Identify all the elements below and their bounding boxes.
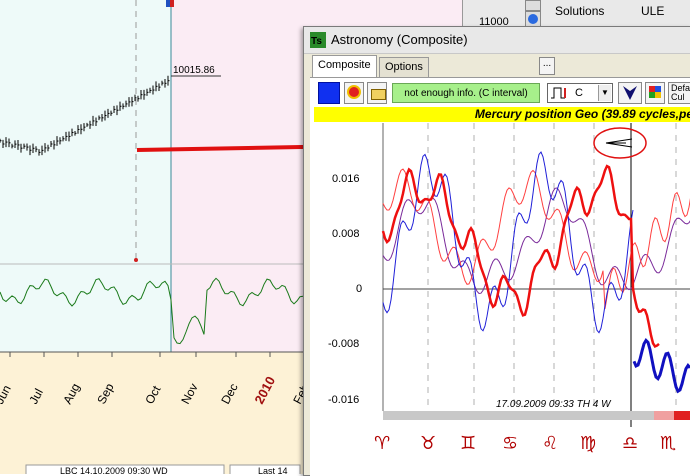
zodiac-sign: ♌: [542, 433, 558, 454]
globe-icon[interactable]: [525, 0, 541, 11]
bottom-stamp: 17.09.2009 09:33 TH 4 W: [496, 399, 612, 410]
price-label: 10015.86: [173, 65, 215, 76]
timeline-bar: [383, 411, 690, 420]
zodiac-sign: ♈: [374, 433, 390, 454]
zodiac-sign: ♉: [420, 433, 436, 454]
composite-chart: 0.016 0.008 0 -0.008 -0.016 17.09.2009 0…: [314, 123, 690, 454]
zodiac-sign: ♎: [622, 433, 638, 454]
zodiac-sign: ♋: [502, 433, 518, 454]
zodiac-sign: ♍: [580, 433, 596, 454]
cyan-zone: [0, 0, 171, 352]
zodiac-axis: ♈ ♉ ♊ ♋ ♌ ♍ ♎ ♏: [374, 433, 676, 454]
zodiac-sign: ♊: [460, 433, 476, 454]
panel-col1: Solutions: [555, 4, 605, 18]
astronomy-window[interactable]: Ts Astronomy (Composite) Composite Optio…: [303, 26, 690, 476]
status-right: Last 14: [258, 466, 288, 474]
globe-icon-2[interactable]: [525, 11, 541, 27]
y-tick-3: 0: [356, 283, 362, 295]
y-tick-5: -0.016: [328, 394, 359, 406]
y-tick-2: 0.008: [332, 228, 360, 240]
cursor-marker: [134, 258, 138, 262]
panel-col2: ULE: [641, 4, 665, 18]
y-tick-1: 0.016: [332, 173, 360, 185]
status-left: LBC 14.10.2009 09:30 WD: [60, 466, 168, 474]
indicator-panel: 11000 Solutions ULE: [462, 0, 690, 28]
y-tick-4: -0.008: [328, 338, 359, 350]
zodiac-sign: ♏: [660, 433, 676, 454]
